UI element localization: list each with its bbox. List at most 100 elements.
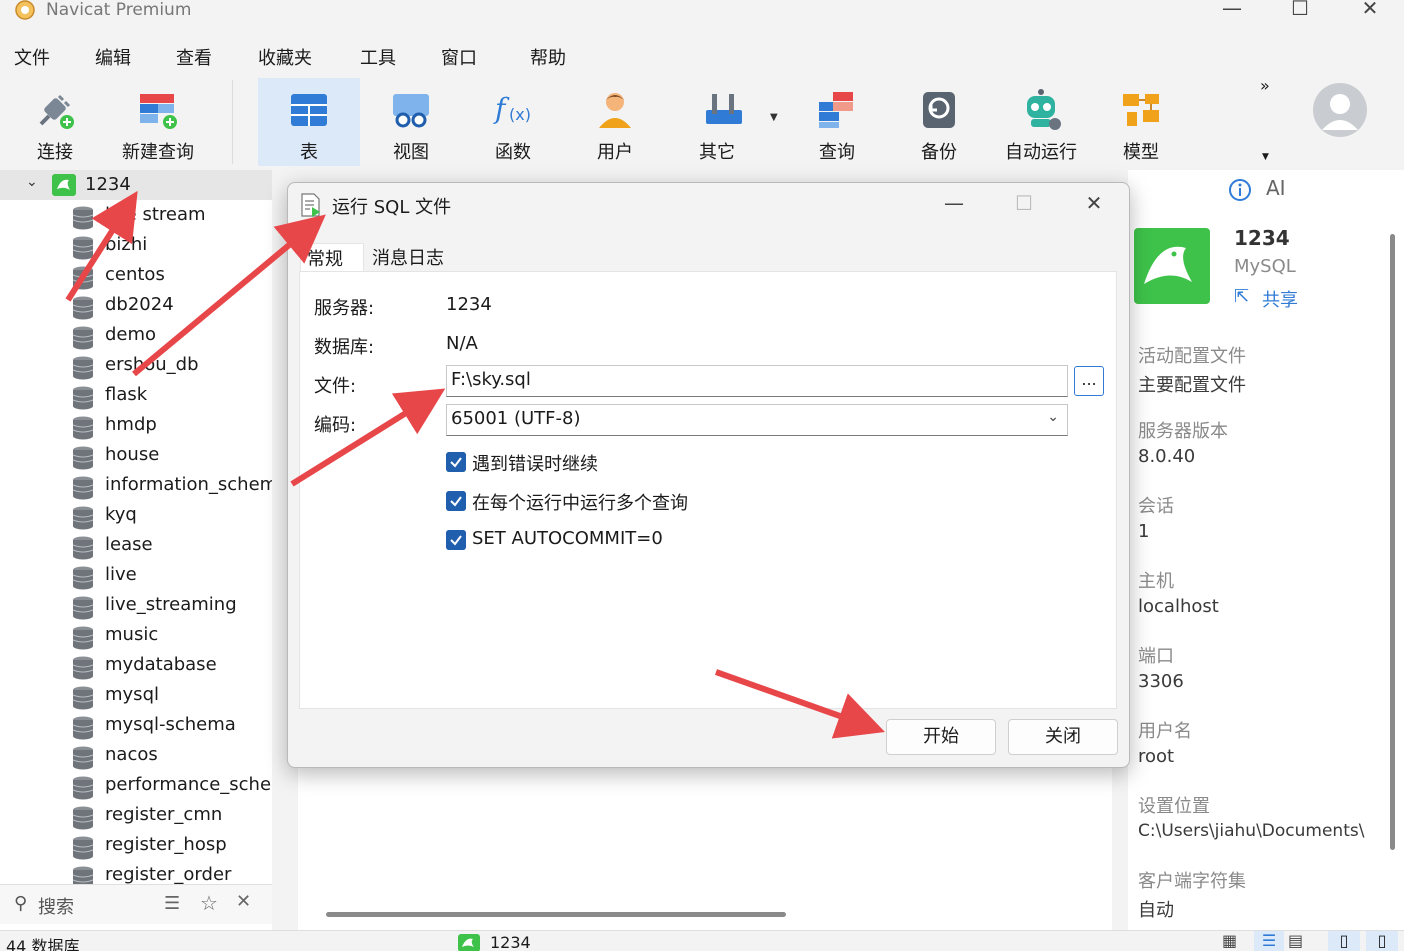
tool-new-query[interactable]: 新建查询 <box>112 78 204 166</box>
database-item[interactable]: bizhi <box>0 232 272 262</box>
info-panel: AI 1234 MySQL ⇱ 共享 活动配置文件 主要配置文件 服务器版本 8… <box>1128 170 1404 936</box>
tool-function[interactable]: f (x) 函数 <box>472 78 554 166</box>
database-item[interactable]: performance_schen <box>0 772 272 802</box>
dialog-title: 运行 SQL 文件 <box>332 197 452 218</box>
close-window-button[interactable]: ✕ <box>1350 0 1390 24</box>
menu-window[interactable]: 窗口 <box>441 44 477 70</box>
tools-icon <box>706 94 742 124</box>
database-item[interactable]: house <box>0 442 272 472</box>
dialog-close-button[interactable]: ✕ <box>1074 191 1114 219</box>
tool-model[interactable]: 模型 <box>1100 78 1182 166</box>
database-item[interactable]: register_cmn <box>0 802 272 832</box>
tool-table[interactable]: 表 <box>258 78 360 166</box>
checkbox-checked-icon[interactable] <box>446 530 466 550</box>
database-item[interactable]: live_streaming <box>0 592 272 622</box>
tool-automation[interactable]: 自动运行 <box>998 78 1084 166</box>
database-item[interactable]: live <box>0 562 272 592</box>
browse-file-button[interactable]: ... <box>1074 366 1104 396</box>
tool-other-label: 其它 <box>699 142 735 163</box>
file-path-input[interactable]: F:\sky.sql <box>446 365 1068 397</box>
tab-message-log[interactable]: 消息日志 <box>368 243 448 271</box>
share-icon[interactable]: ⇱ <box>1234 286 1249 307</box>
toolbar-separator <box>232 80 233 164</box>
database-item[interactable]: information_schem <box>0 472 272 502</box>
database-item[interactable]: mysql <box>0 682 272 712</box>
database-item[interactable]: flask <box>0 382 272 412</box>
tool-view-label: 视图 <box>393 142 429 163</box>
plug-icon <box>39 94 74 129</box>
database-item[interactable]: kyq <box>0 502 272 532</box>
menu-tools[interactable]: 工具 <box>360 44 396 70</box>
info-scrollbar[interactable] <box>1390 234 1395 850</box>
view-icon <box>393 94 429 128</box>
tool-backup[interactable]: 备份 <box>898 78 980 166</box>
checkbox-checked-icon[interactable] <box>446 491 466 511</box>
tab-general[interactable]: 常规 <box>300 243 364 271</box>
connection-type: MySQL <box>1234 256 1296 277</box>
database-item[interactable]: music <box>0 622 272 652</box>
database-item[interactable]: mydatabase <box>0 652 272 682</box>
avatar[interactable] <box>1312 82 1368 138</box>
toolbar-overflow-icon[interactable]: » <box>1260 76 1270 95</box>
start-button[interactable]: 开始 <box>886 719 996 755</box>
database-name: mysql <box>105 684 159 705</box>
info-icon[interactable] <box>1228 178 1252 202</box>
database-name: performance_schen <box>105 774 272 795</box>
menu-help[interactable]: 帮助 <box>530 44 566 70</box>
detail-view-icon[interactable]: ▤ <box>1288 931 1303 950</box>
info-value-sessions: 1 <box>1138 521 1150 542</box>
database-item[interactable]: nacos <box>0 742 272 772</box>
dialog-minimize-button[interactable]: — <box>934 191 974 219</box>
share-link[interactable]: 共享 <box>1262 286 1298 312</box>
menu-favorites[interactable]: 收藏夹 <box>258 44 312 70</box>
maximize-button[interactable]: ☐ <box>1280 0 1320 24</box>
info-label-host: 主机 <box>1138 571 1174 592</box>
search-input[interactable]: 搜索 <box>38 893 74 919</box>
chevron-down-icon[interactable]: ▼ <box>770 112 778 123</box>
database-item[interactable]: db2024 <box>0 292 272 322</box>
info-label-charset: 客户端字符集 <box>1138 871 1246 892</box>
star-icon[interactable]: ☆ <box>200 891 218 915</box>
database-icon <box>72 836 94 860</box>
panel-left-icon[interactable]: ▯ <box>1328 931 1360 951</box>
tool-view[interactable]: 视图 <box>370 78 452 166</box>
database-item[interactable]: lease <box>0 532 272 562</box>
tool-other[interactable]: 其它 ▼ <box>676 78 778 166</box>
close-button[interactable]: 关闭 <box>1008 719 1118 755</box>
database-item[interactable]: register_hosp <box>0 832 272 862</box>
horizontal-scrollbar[interactable] <box>326 912 786 917</box>
tool-query[interactable]: 查询 <box>796 78 878 166</box>
database-label: 数据库: <box>314 337 375 358</box>
main-content-area <box>298 768 1112 934</box>
menu-file[interactable]: 文件 <box>14 44 50 70</box>
database-item[interactable]: live stream <box>0 202 272 232</box>
menu-edit[interactable]: 编辑 <box>95 44 131 70</box>
connection-row[interactable]: ⌄ 1234 <box>0 170 272 200</box>
list-view-icon[interactable]: ☰ <box>1254 931 1284 951</box>
info-value-location: C:\Users\jiahu\Documents\ <box>1138 821 1365 841</box>
panel-right-icon[interactable]: ▯ <box>1366 931 1398 951</box>
minimize-button[interactable]: — <box>1212 0 1252 24</box>
database-name: music <box>105 624 159 645</box>
database-item[interactable]: mysql-schema <box>0 712 272 742</box>
filter-icon[interactable]: ☰ <box>164 893 180 914</box>
encoding-select[interactable]: 65001 (UTF-8) ⌄ <box>446 404 1068 436</box>
option-label: SET AUTOCOMMIT=0 <box>472 528 663 549</box>
tool-connect[interactable]: 连接 <box>10 78 100 166</box>
database-item[interactable]: demo <box>0 322 272 352</box>
file-label: 文件: <box>314 376 357 397</box>
tool-user[interactable]: 用户 <box>574 78 656 166</box>
toolbar-dropdown-icon[interactable]: ▼ <box>1262 152 1269 162</box>
database-item[interactable]: centos <box>0 262 272 292</box>
database-item[interactable]: ershou_db <box>0 352 272 382</box>
tool-model-label: 模型 <box>1123 142 1159 163</box>
checkbox-checked-icon[interactable] <box>446 452 466 472</box>
backup-icon <box>923 92 955 128</box>
database-item[interactable]: hmdp <box>0 412 272 442</box>
ai-button[interactable]: AI <box>1266 176 1286 200</box>
menu-view[interactable]: 查看 <box>176 44 212 70</box>
collapse-icon[interactable]: ✕ <box>236 891 251 912</box>
chevron-down-icon[interactable]: ⌄ <box>26 174 38 190</box>
grid-view-icon[interactable]: ▦ <box>1222 931 1237 950</box>
chevron-down-icon: ⌄ <box>1047 409 1059 425</box>
